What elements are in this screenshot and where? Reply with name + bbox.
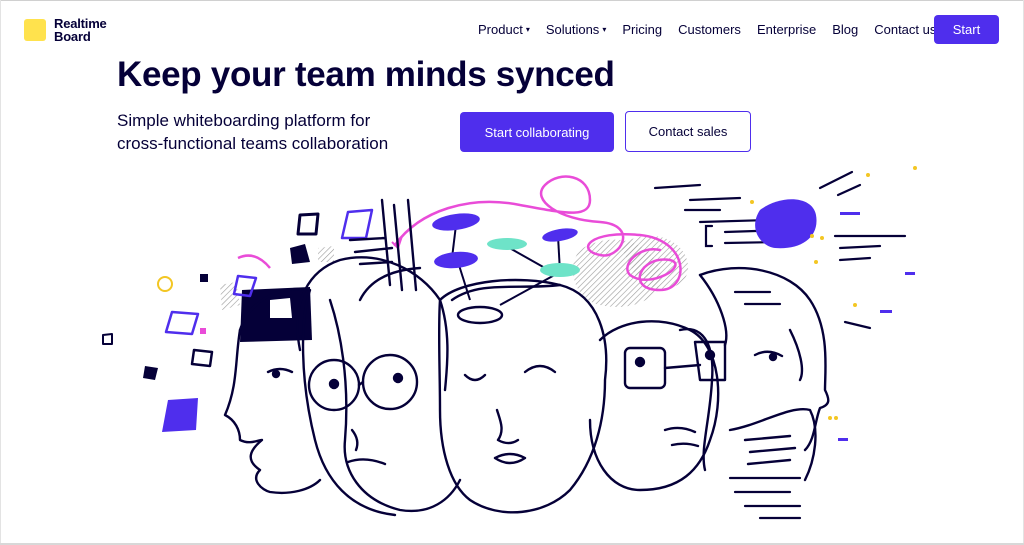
- hero-subtitle-line2: cross-functional teams collaboration: [117, 134, 389, 153]
- main-nav: Product ▾ Solutions ▾ Pricing Customers En…: [478, 22, 952, 37]
- start-button[interactable]: Start: [934, 15, 999, 44]
- chevron-down-icon: ▾: [602, 25, 607, 34]
- nav-customers[interactable]: Customers: [678, 22, 741, 37]
- brand-name-line2: Board: [54, 29, 91, 44]
- hero-title: Keep your team minds synced: [117, 55, 615, 94]
- chevron-down-icon: ▾: [525, 25, 530, 34]
- nav-product-label: Product: [478, 22, 523, 37]
- floating-squares: [102, 208, 374, 432]
- hero-illustration: [102, 166, 917, 520]
- hero-subtitle: Simple whiteboarding platform for cross-…: [117, 109, 437, 155]
- nav-solutions-label: Solutions: [545, 22, 600, 37]
- nav-pricing[interactable]: Pricing: [622, 22, 662, 37]
- start-collaborating-button[interactable]: Start collaborating: [460, 112, 614, 152]
- nav-solutions[interactable]: Solutions ▾: [546, 22, 607, 37]
- nav-enterprise[interactable]: Enterprise: [757, 22, 816, 37]
- logo-square-icon: [24, 19, 46, 41]
- faces-line-art: [223, 198, 830, 517]
- nav-contact-us[interactable]: Contact us: [874, 22, 936, 37]
- brand-logo[interactable]: Realtime Board: [24, 17, 114, 43]
- brand-name: Realtime Board: [54, 17, 114, 43]
- contact-sales-button[interactable]: Contact sales: [625, 111, 751, 152]
- hero-subtitle-line1: Simple whiteboarding platform for: [117, 111, 371, 130]
- nav-product[interactable]: Product ▾: [478, 22, 530, 37]
- window-top-border: [0, 0, 1024, 1]
- nav-blog[interactable]: Blog: [832, 22, 858, 37]
